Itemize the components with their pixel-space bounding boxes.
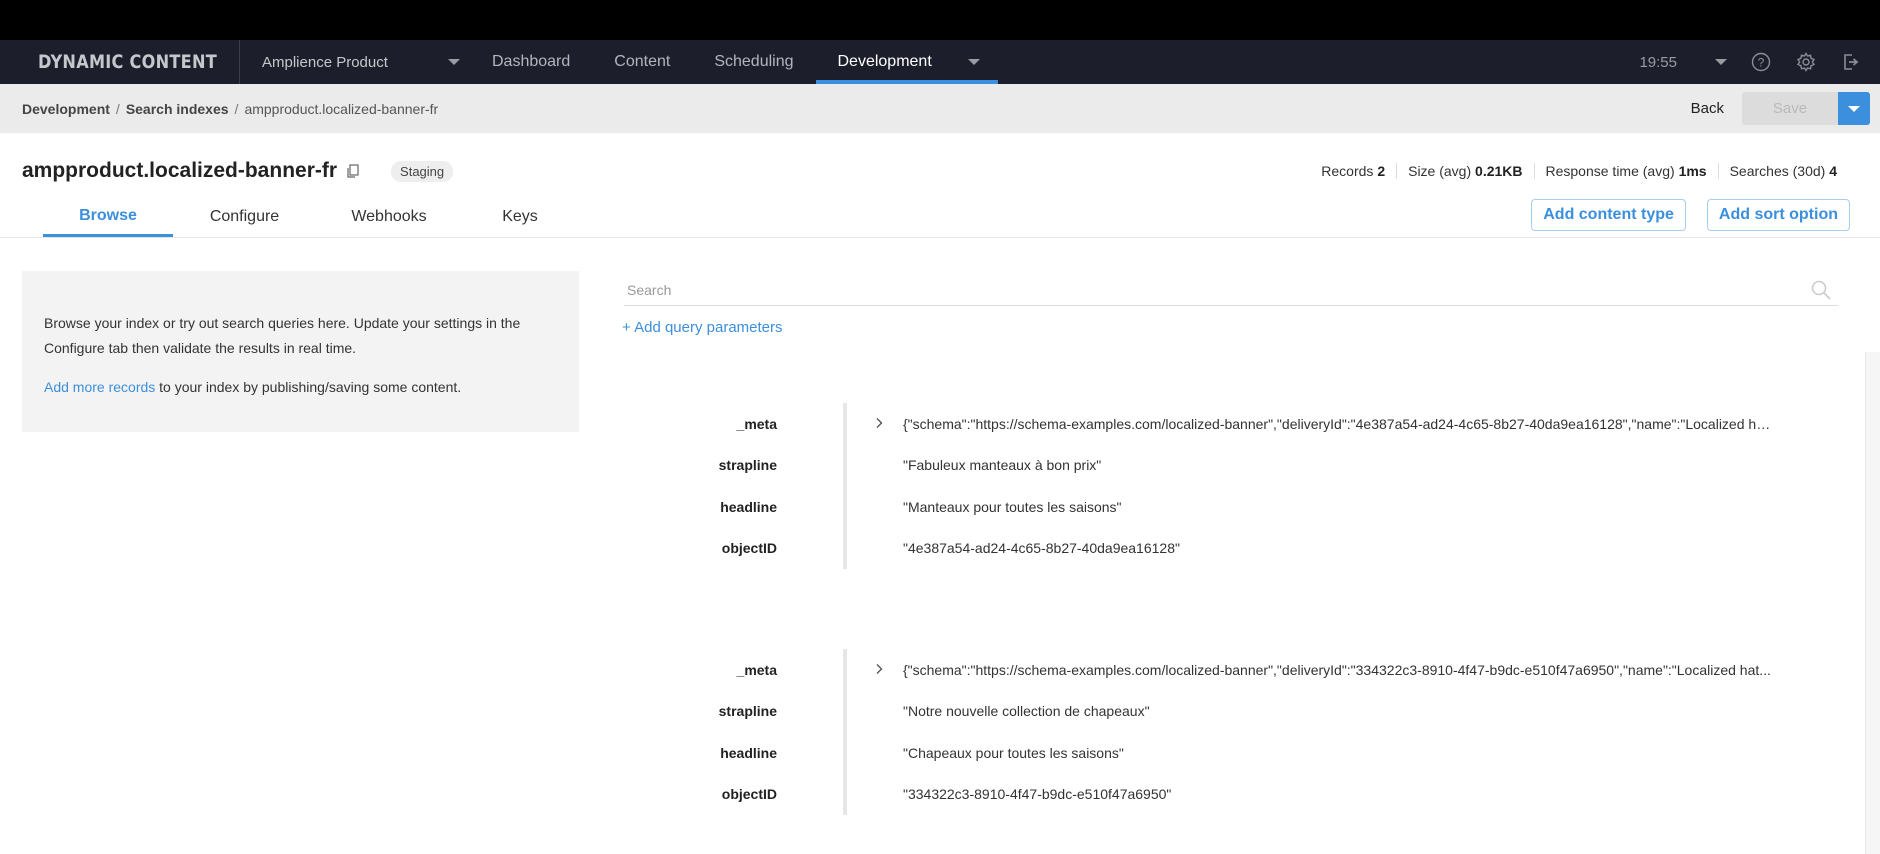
development-menu-caret-icon[interactable] (967, 59, 980, 65)
svg-text:?: ? (1758, 56, 1765, 70)
field-value: "Fabuleux manteaux à bon prix" (903, 457, 1102, 474)
browse-info-panel: Browse your index or try out search quer… (22, 271, 579, 432)
info-add-records-text: to your index by publishing/saving some … (155, 379, 462, 395)
field-value: "Chapeaux pour toutes les saisons" (903, 744, 1124, 761)
help-icon[interactable]: ? (1750, 51, 1772, 73)
record-field-row: strapline "Fabuleux manteaux à bon prix" (620, 445, 1780, 487)
field-key: objectID (721, 786, 777, 803)
field-key: _meta (736, 661, 777, 678)
chevron-right-icon[interactable] (874, 662, 886, 678)
index-tabs: Browse Configure Webhooks Keys (43, 197, 578, 237)
breadcrumb-separator: / (115, 100, 120, 117)
app-navbar: DYNAMIC CONTENT Amplience Product Dashbo… (0, 40, 1880, 84)
tab-browse[interactable]: Browse (43, 197, 173, 237)
breadcrumb-current: ampproduct.localized-banner-fr (244, 100, 439, 117)
back-button[interactable]: Back (1691, 100, 1724, 117)
record-field-row: _meta {"schema":"https://schema-examples… (620, 403, 1780, 445)
record-field-row: headline "Chapeaux pour toutes les saiso… (620, 732, 1780, 774)
stat-label: Size (avg) (1408, 163, 1472, 179)
hub-name: Amplience Product (262, 53, 388, 71)
field-key: objectID (721, 540, 777, 557)
stat-value: 1ms (1678, 163, 1707, 179)
nav-scheduling[interactable]: Scheduling (692, 40, 815, 84)
record-field-row: headline "Manteaux pour toutes les saiso… (620, 486, 1780, 528)
search-field (624, 278, 1838, 306)
field-value: "4e387a54-ad24-4c65-8b27-40da9ea16128" (903, 540, 1180, 557)
search-icon[interactable] (1810, 279, 1832, 306)
stat-value: 2 (1377, 163, 1386, 179)
field-value: "334322c3-8910-4f47-b9dc-e510f47a6950" (903, 786, 1172, 803)
settings-icon[interactable] (1795, 51, 1817, 73)
stat-value: 4 (1829, 163, 1837, 179)
field-key: headline (720, 744, 777, 761)
add-content-type-button[interactable]: Add content type (1531, 199, 1686, 231)
brand-logo[interactable]: DYNAMIC CONTENT (0, 40, 240, 84)
field-key: _meta (736, 415, 777, 432)
tab-webhooks[interactable]: Webhooks (316, 197, 462, 237)
stat-response-time: Response time (avg) 1ms (1533, 163, 1718, 179)
stat-label: Records (1321, 163, 1374, 179)
chevron-down-icon (448, 59, 460, 65)
add-more-records-link[interactable]: Add more records (44, 379, 155, 395)
info-text: Browse your index or try out search quer… (44, 315, 521, 356)
copy-icon[interactable] (345, 163, 361, 179)
record-card: _meta {"schema":"https://schema-examples… (620, 649, 1780, 815)
breadcrumb: Development / Search indexes / ampproduc… (0, 84, 1880, 133)
stat-size: Size (avg) 0.21KB (1396, 163, 1533, 179)
breadcrumb-development[interactable]: Development (22, 101, 110, 117)
breadcrumb-search-indexes[interactable]: Search indexes (126, 101, 229, 117)
page-title: ampproduct.localized-banner-fr (22, 159, 338, 182)
stat-value: 0.21KB (1475, 163, 1523, 179)
hub-selector[interactable]: Amplience Product (240, 54, 470, 71)
environment-badge: Staging (391, 160, 454, 182)
user-menu-caret-icon[interactable] (1715, 59, 1727, 65)
chevron-down-icon (1848, 105, 1860, 112)
record-field-row: objectID "334322c3-8910-4f47-b9dc-e510f4… (620, 774, 1780, 816)
save-options-button[interactable] (1838, 92, 1870, 125)
save-button[interactable]: Save (1742, 92, 1838, 125)
nav-dashboard[interactable]: Dashboard (470, 40, 592, 84)
field-value[interactable]: {"schema":"https://schema-examples.com/l… (903, 416, 1773, 432)
breadcrumb-separator: / (234, 100, 239, 117)
field-key: headline (720, 498, 777, 515)
clock-time: 19:55 (1639, 53, 1677, 71)
index-header: ampproduct.localized-banner-fr Staging R… (0, 133, 1880, 238)
add-sort-option-button[interactable]: Add sort option (1706, 199, 1850, 231)
tab-keys[interactable]: Keys (462, 197, 578, 237)
logout-icon[interactable] (1840, 51, 1862, 73)
field-value: "Notre nouvelle collection de chapeaux" (903, 703, 1150, 720)
index-stats: Records 2 Size (avg) 0.21KB Response tim… (1310, 163, 1848, 179)
info-add-records: Add more records to your index by publis… (44, 375, 557, 400)
stat-records: Records 2 (1310, 163, 1396, 179)
results-scrollbar[interactable] (1865, 352, 1880, 854)
record-field-row: strapline "Notre nouvelle collection de … (620, 691, 1780, 733)
field-value: "Manteaux pour toutes les saisons" (903, 498, 1122, 515)
stat-label: Searches (30d) (1729, 163, 1826, 179)
field-value[interactable]: {"schema":"https://schema-examples.com/l… (903, 662, 1771, 678)
stat-label: Response time (avg) (1545, 163, 1675, 179)
stat-searches: Searches (30d) 4 (1717, 163, 1848, 179)
nav-development[interactable]: Development (815, 40, 999, 84)
brand-name: DYNAMIC CONTENT (38, 51, 218, 73)
top-black-bar (0, 0, 1880, 40)
nav-content[interactable]: Content (592, 40, 692, 84)
field-key: strapline (718, 703, 777, 720)
field-key: strapline (718, 457, 777, 474)
tab-configure[interactable]: Configure (173, 197, 316, 237)
record-card: _meta {"schema":"https://schema-examples… (620, 403, 1780, 569)
chevron-right-icon[interactable] (874, 416, 886, 432)
record-field-row: _meta {"schema":"https://schema-examples… (620, 649, 1780, 691)
search-input[interactable] (624, 278, 1838, 302)
add-query-parameters-link[interactable]: + Add query parameters (622, 319, 783, 336)
record-field-row: objectID "4e387a54-ad24-4c65-8b27-40da9e… (620, 528, 1780, 570)
